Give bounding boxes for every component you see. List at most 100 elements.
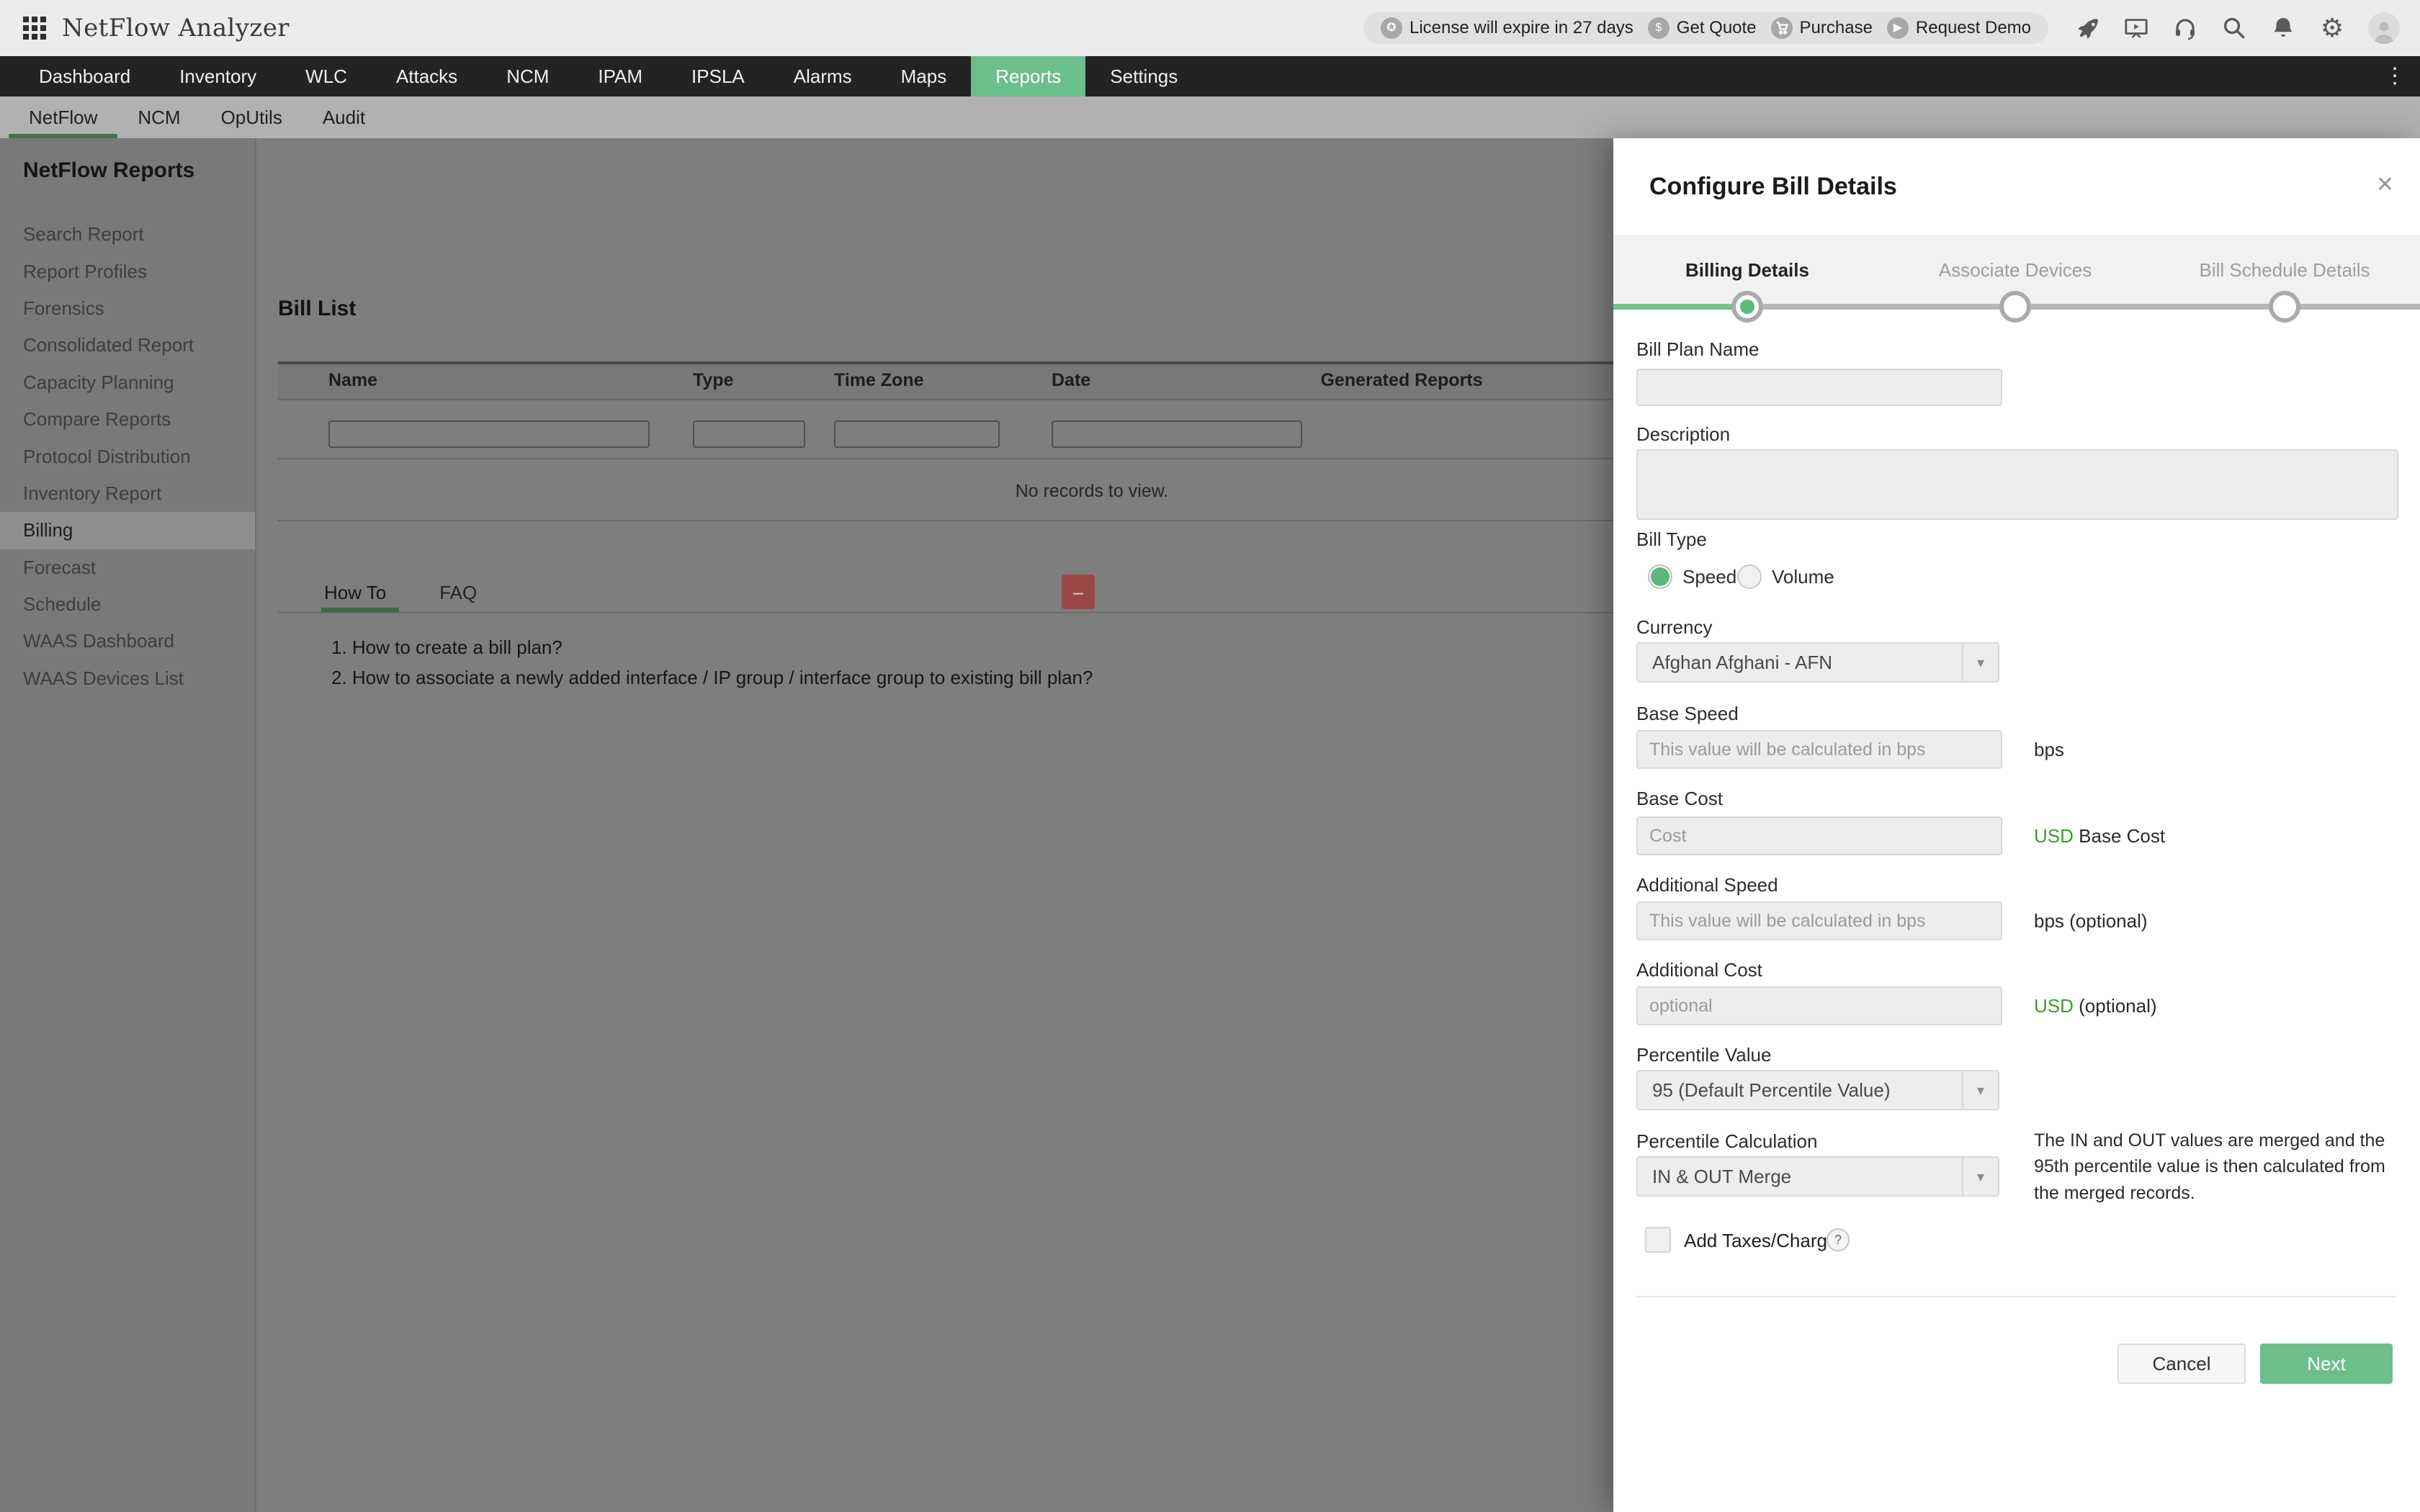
sidebar-item-inventory-report[interactable]: Inventory Report <box>0 475 255 512</box>
request-demo-link[interactable]: ▶ Request Demo <box>1887 17 2031 39</box>
rocket-icon[interactable] <box>2074 15 2100 41</box>
nav-tab-reports[interactable]: Reports <box>971 56 1085 96</box>
subnav-tab-netflow[interactable]: NetFlow <box>9 96 117 138</box>
purchase-link[interactable]: Purchase <box>1771 17 1873 39</box>
currency-select[interactable]: Afghan Afghani - AFN ▾ <box>1636 642 1999 683</box>
base-cost-field[interactable] <box>1636 816 2002 855</box>
base-cost-unit-text: Base Cost <box>2079 825 2165 847</box>
purchase-text: Purchase <box>1800 18 1873 38</box>
nav-tab-ncm[interactable]: NCM <box>482 56 573 96</box>
filter-input-date[interactable] <box>1052 420 1302 448</box>
step-bill-schedule-details[interactable]: Bill Schedule Details <box>2155 259 2414 282</box>
base-speed-unit: bps <box>2034 739 2064 761</box>
license-expiry-link[interactable]: ✪ License will expire in 27 days <box>1381 17 1634 39</box>
additional-speed-label: Additional Speed <box>1636 874 1778 896</box>
help-question-1[interactable]: 1. How to create a bill plan? <box>331 636 563 659</box>
base-cost-label: Base Cost <box>1636 788 1723 810</box>
currency-value: Afghan Afghani - AFN <box>1638 652 1962 674</box>
bill-plan-name-label: Bill Plan Name <box>1636 338 1760 361</box>
caret-down-icon[interactable]: ▾ <box>1962 1158 1998 1195</box>
description-field[interactable] <box>1636 449 2398 520</box>
nav-tab-ipam[interactable]: IPAM <box>573 56 667 96</box>
apps-grid-icon[interactable] <box>23 17 46 40</box>
gear-icon[interactable]: ⚙ <box>2319 15 2345 41</box>
bell-icon[interactable] <box>2270 15 2296 41</box>
sidebar-item-waas-devices-list[interactable]: WAAS Devices List <box>0 660 255 697</box>
cancel-button[interactable]: Cancel <box>2118 1344 2246 1384</box>
main-nav: Dashboard Inventory WLC Attacks NCM IPAM… <box>0 56 2420 96</box>
license-badge-icon: ✪ <box>1381 17 1402 39</box>
additional-speed-unit: bps (optional) <box>2034 910 2148 932</box>
subnav-tab-oputils[interactable]: OpUtils <box>201 96 302 138</box>
column-header-type[interactable]: Type <box>693 370 734 391</box>
additional-cost-unit: USD (optional) <box>2034 995 2157 1017</box>
cart-icon <box>1771 17 1793 39</box>
page-title: Bill List <box>278 297 356 321</box>
sidebar-item-consolidated-report[interactable]: Consolidated Report <box>0 327 255 364</box>
sidebar-item-protocol-distribution[interactable]: Protocol Distribution <box>0 438 255 474</box>
caret-down-icon[interactable]: ▾ <box>1962 644 1998 681</box>
column-header-name[interactable]: Name <box>328 370 377 391</box>
headset-icon[interactable] <box>2172 15 2198 41</box>
caret-down-icon[interactable]: ▾ <box>1962 1071 1998 1109</box>
sidebar-item-compare-reports[interactable]: Compare Reports <box>0 401 255 438</box>
next-button[interactable]: Next <box>2260 1344 2393 1384</box>
nav-tab-settings[interactable]: Settings <box>1085 56 1202 96</box>
radio-speed[interactable] <box>1648 564 1672 589</box>
tab-how-to[interactable]: How To <box>324 582 386 604</box>
sidebar-item-report-profiles[interactable]: Report Profiles <box>0 253 255 289</box>
nav-tab-wlc[interactable]: WLC <box>281 56 372 96</box>
step-associate-devices[interactable]: Associate Devices <box>1886 259 2145 282</box>
radio-volume-label: Volume <box>1772 566 1834 588</box>
percentile-value-select[interactable]: 95 (Default Percentile Value) ▾ <box>1636 1070 1999 1110</box>
nav-tab-inventory[interactable]: Inventory <box>155 56 281 96</box>
sidebar-item-forecast[interactable]: Forecast <box>0 549 255 586</box>
additional-cost-currency: USD <box>2034 995 2074 1017</box>
add-taxes-checkbox[interactable] <box>1645 1227 1671 1253</box>
sidebar-item-schedule[interactable]: Schedule <box>0 586 255 623</box>
radio-speed-label: Speed <box>1682 566 1736 588</box>
nav-tab-alarms[interactable]: Alarms <box>769 56 877 96</box>
search-icon[interactable] <box>2221 15 2247 41</box>
sidebar-item-billing[interactable]: Billing <box>0 512 255 549</box>
nav-tab-maps[interactable]: Maps <box>877 56 972 96</box>
user-avatar-icon[interactable] <box>2368 12 2400 44</box>
close-icon[interactable]: ✕ <box>2376 174 2394 196</box>
additional-cost-field[interactable] <box>1636 986 2002 1025</box>
request-demo-text: Request Demo <box>1916 18 2031 38</box>
kebab-menu-icon[interactable]: ⋮ <box>2384 56 2406 96</box>
help-question-2[interactable]: 2. How to associate a newly added interf… <box>331 667 1093 689</box>
screen-play-icon[interactable] <box>2123 15 2149 41</box>
filter-input-time-zone[interactable] <box>834 420 1000 448</box>
filter-input-type[interactable] <box>693 420 805 448</box>
nav-tab-ipsla[interactable]: IPSLA <box>667 56 769 96</box>
percentile-calculation-label: Percentile Calculation <box>1636 1130 1817 1153</box>
get-quote-link[interactable]: $ Get Quote <box>1648 17 1757 39</box>
dialog-title: Configure Bill Details <box>1649 173 1897 201</box>
nav-tab-dashboard[interactable]: Dashboard <box>14 56 155 96</box>
question-badge-icon[interactable]: ? <box>1827 1228 1850 1251</box>
sidebar-item-waas-dashboard[interactable]: WAAS Dashboard <box>0 623 255 660</box>
column-header-generated-reports[interactable]: Generated Reports <box>1308 370 1495 391</box>
bill-plan-name-field[interactable] <box>1636 369 2002 406</box>
collapse-help-button[interactable]: – <box>1062 575 1095 609</box>
subnav-tab-ncm[interactable]: NCM <box>117 96 200 138</box>
step-billing-details[interactable]: Billing Details <box>1618 259 1877 282</box>
netflow-analyzer-app: NetFlow Analyzer ✪ License will expire i… <box>0 0 2420 1512</box>
base-speed-field[interactable] <box>1636 730 2002 769</box>
column-header-date[interactable]: Date <box>1052 370 1090 391</box>
additional-speed-field[interactable] <box>1636 901 2002 940</box>
sidebar-item-forensics[interactable]: Forensics <box>0 290 255 327</box>
sidebar-item-capacity-planning[interactable]: Capacity Planning <box>0 364 255 401</box>
nav-tab-attacks[interactable]: Attacks <box>372 56 482 96</box>
table-divider <box>278 458 1613 459</box>
sidebar-item-search-report[interactable]: Search Report <box>0 216 255 253</box>
subnav-tab-audit[interactable]: Audit <box>302 96 385 138</box>
column-header-time-zone[interactable]: Time Zone <box>834 370 924 391</box>
tab-faq[interactable]: FAQ <box>439 582 477 604</box>
radio-volume[interactable] <box>1737 564 1762 589</box>
description-label: Description <box>1636 423 1730 446</box>
filter-input-name[interactable] <box>328 420 650 448</box>
step-dot-active <box>1731 291 1763 323</box>
percentile-calculation-select[interactable]: IN & OUT Merge ▾ <box>1636 1156 1999 1197</box>
